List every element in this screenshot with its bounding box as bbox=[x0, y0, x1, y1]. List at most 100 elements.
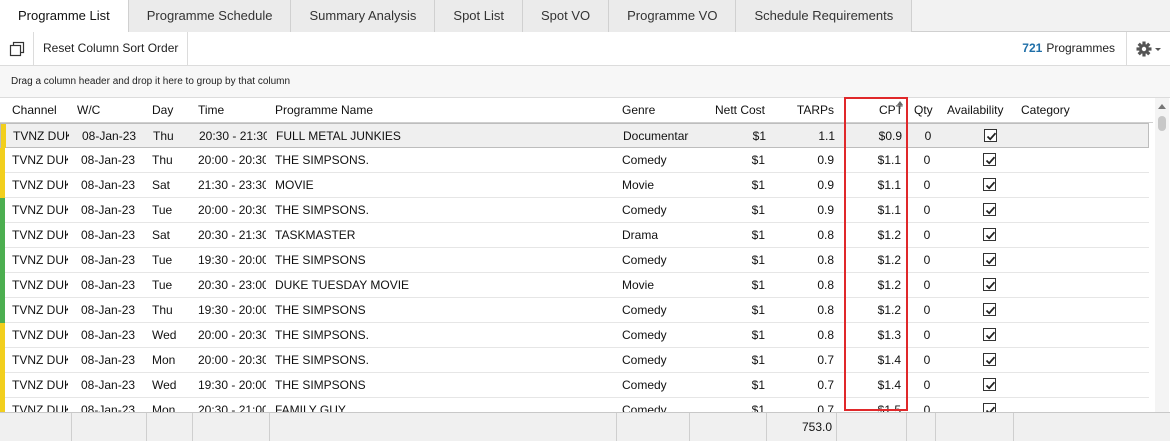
tab-programme-list[interactable]: Programme List bbox=[0, 0, 129, 33]
cell-day: Sat bbox=[152, 228, 171, 242]
copy-window-icon bbox=[9, 41, 24, 56]
table-row[interactable]: TVNZ DUK 08-Jan-23 Wed 19:30 - 20:00 THE SIM… bbox=[0, 373, 1149, 398]
tab-spot-list[interactable]: Spot List bbox=[435, 0, 523, 32]
col-header-availability[interactable]: Availability bbox=[947, 98, 1017, 123]
cell-genre: Drama bbox=[622, 228, 659, 242]
cell-availability bbox=[960, 348, 1018, 373]
availability-checkbox[interactable] bbox=[982, 378, 996, 392]
col-header-day[interactable]: Day bbox=[152, 98, 192, 123]
cell-qty: 0 bbox=[924, 129, 932, 143]
copy-window-button[interactable] bbox=[0, 32, 34, 65]
col-header-genre[interactable]: Genre bbox=[622, 98, 702, 123]
cell-category bbox=[1021, 198, 1141, 223]
cell-programme-name: FAMILY GUY bbox=[275, 403, 346, 413]
cell-wc: 08-Jan-23 bbox=[81, 253, 136, 267]
cell-qty: 0 bbox=[923, 403, 931, 413]
table-row[interactable]: TVNZ DUK 08-Jan-23 Thu 20:30 - 21:30 FULL ME… bbox=[0, 123, 1149, 149]
availability-checkbox[interactable] bbox=[983, 129, 997, 143]
cell-tarps: 0.7 bbox=[817, 378, 834, 392]
cell-time: 19:30 - 20:00 bbox=[198, 253, 266, 267]
cell-nett-cost: $1 bbox=[751, 378, 765, 392]
tab-programme-vo[interactable]: Programme VO bbox=[609, 0, 737, 32]
cell-qty: 0 bbox=[923, 253, 931, 267]
cell-programme-name: THE SIMPSONS bbox=[275, 253, 366, 267]
check-icon bbox=[985, 306, 995, 315]
col-header-qty[interactable]: Qty bbox=[914, 98, 944, 123]
cell-cpt: $0.9 bbox=[878, 129, 902, 143]
settings-button[interactable] bbox=[1126, 32, 1170, 65]
col-header-programme-name[interactable]: Programme Name bbox=[275, 98, 475, 123]
reset-column-sort-button[interactable]: Reset Column Sort Order bbox=[34, 32, 189, 65]
tab-programme-schedule[interactable]: Programme Schedule bbox=[128, 0, 292, 32]
table-row[interactable]: TVNZ DUK 08-Jan-23 Mon 20:00 - 20:30 THE SIM… bbox=[0, 348, 1149, 373]
availability-checkbox[interactable] bbox=[982, 278, 996, 292]
tab-summary-analysis[interactable]: Summary Analysis bbox=[291, 0, 436, 32]
group-by-panel[interactable]: Drag a column header and drop it here to… bbox=[0, 66, 1170, 98]
tab-schedule-requirements[interactable]: Schedule Requirements bbox=[736, 0, 913, 32]
cell-wc: 08-Jan-23 bbox=[81, 153, 136, 167]
cell-cpt: $1.2 bbox=[877, 278, 901, 292]
cell-channel: TVNZ DUK bbox=[12, 228, 68, 242]
cell-nett-cost: $1 bbox=[751, 353, 765, 367]
check-icon bbox=[985, 231, 995, 240]
col-header-tarps[interactable]: TARPs bbox=[770, 98, 834, 123]
col-header-category[interactable]: Category bbox=[1021, 98, 1101, 123]
cell-qty: 0 bbox=[923, 178, 931, 192]
cell-qty: 0 bbox=[923, 378, 931, 392]
cell-channel: TVNZ DUK bbox=[12, 153, 68, 167]
cell-availability bbox=[960, 173, 1018, 198]
availability-checkbox[interactable] bbox=[982, 353, 996, 367]
row-status-strip bbox=[0, 323, 5, 348]
availability-checkbox[interactable] bbox=[982, 303, 996, 317]
cell-cpt: $1.2 bbox=[877, 253, 901, 267]
scroll-up-icon[interactable] bbox=[1158, 104, 1166, 109]
cell-day: Thu bbox=[152, 303, 173, 317]
footer-cell bbox=[690, 413, 767, 441]
cell-genre: Comedy bbox=[622, 253, 667, 267]
availability-checkbox[interactable] bbox=[982, 328, 996, 342]
table-row[interactable]: TVNZ DUK 08-Jan-23 Mon 20:30 - 21:00 FAMILY … bbox=[0, 398, 1149, 413]
col-header-wc[interactable]: W/C bbox=[77, 98, 137, 123]
vertical-scrollbar[interactable] bbox=[1155, 98, 1169, 414]
cell-wc: 08-Jan-23 bbox=[81, 228, 136, 242]
scroll-thumb[interactable] bbox=[1158, 116, 1166, 131]
cell-category bbox=[1021, 148, 1141, 173]
col-header-time[interactable]: Time bbox=[198, 98, 258, 123]
availability-checkbox[interactable] bbox=[982, 253, 996, 267]
table-row[interactable]: TVNZ DUK 08-Jan-23 Tue 20:30 - 23:00 DUKE TU… bbox=[0, 273, 1149, 298]
cell-tarps: 0.9 bbox=[817, 153, 834, 167]
cell-availability bbox=[960, 198, 1018, 223]
cell-programme-name: THE SIMPSONS. bbox=[275, 328, 370, 342]
cell-wc: 08-Jan-23 bbox=[81, 378, 136, 392]
cell-category bbox=[1021, 348, 1141, 373]
cell-day: Tue bbox=[152, 278, 173, 292]
cell-category bbox=[1021, 173, 1141, 198]
cell-day: Wed bbox=[152, 328, 177, 342]
availability-checkbox[interactable] bbox=[982, 203, 996, 217]
availability-checkbox[interactable] bbox=[982, 153, 996, 167]
cell-programme-name: THE SIMPSONS bbox=[275, 378, 366, 392]
cell-wc: 08-Jan-23 bbox=[81, 353, 136, 367]
col-header-cpt[interactable]: CPT bbox=[850, 98, 903, 123]
table-row[interactable]: TVNZ DUK 08-Jan-23 Wed 20:00 - 20:30 THE SIM… bbox=[0, 323, 1149, 348]
table-row[interactable]: TVNZ DUK 08-Jan-23 Tue 19:30 - 20:00 THE SIM… bbox=[0, 248, 1149, 273]
availability-checkbox[interactable] bbox=[982, 228, 996, 242]
availability-checkbox[interactable] bbox=[982, 178, 996, 192]
row-status-strip bbox=[0, 348, 5, 373]
cell-category bbox=[1021, 373, 1141, 398]
cell-availability bbox=[960, 273, 1018, 298]
table-row[interactable]: TVNZ DUK 08-Jan-23 Thu 19:30 - 20:00 THE SIM… bbox=[0, 298, 1149, 323]
table-row[interactable]: TVNZ DUK 08-Jan-23 Thu 20:00 - 20:30 THE SIM… bbox=[0, 148, 1149, 173]
footer-cell bbox=[0, 413, 72, 441]
grid-footer-summary: 753.0 bbox=[0, 412, 1170, 441]
tab-spot-vo[interactable]: Spot VO bbox=[523, 0, 610, 32]
cell-category bbox=[1021, 398, 1141, 413]
col-header-nett-cost[interactable]: Nett Cost bbox=[695, 98, 765, 123]
toolbar: Reset Column Sort Order 721 Programmes bbox=[0, 32, 1170, 66]
table-row[interactable]: TVNZ DUK 08-Jan-23 Sat 20:30 - 21:30 TASKMAS… bbox=[0, 223, 1149, 248]
table-row[interactable]: TVNZ DUK 08-Jan-23 Tue 20:00 - 20:30 THE SIM… bbox=[0, 198, 1149, 223]
check-icon bbox=[985, 331, 995, 340]
cell-cpt: $1.5 bbox=[877, 403, 901, 413]
col-header-channel[interactable]: Channel bbox=[12, 98, 72, 123]
table-row[interactable]: TVNZ DUK 08-Jan-23 Sat 21:30 - 23:30 MOVIE Mo… bbox=[0, 173, 1149, 198]
